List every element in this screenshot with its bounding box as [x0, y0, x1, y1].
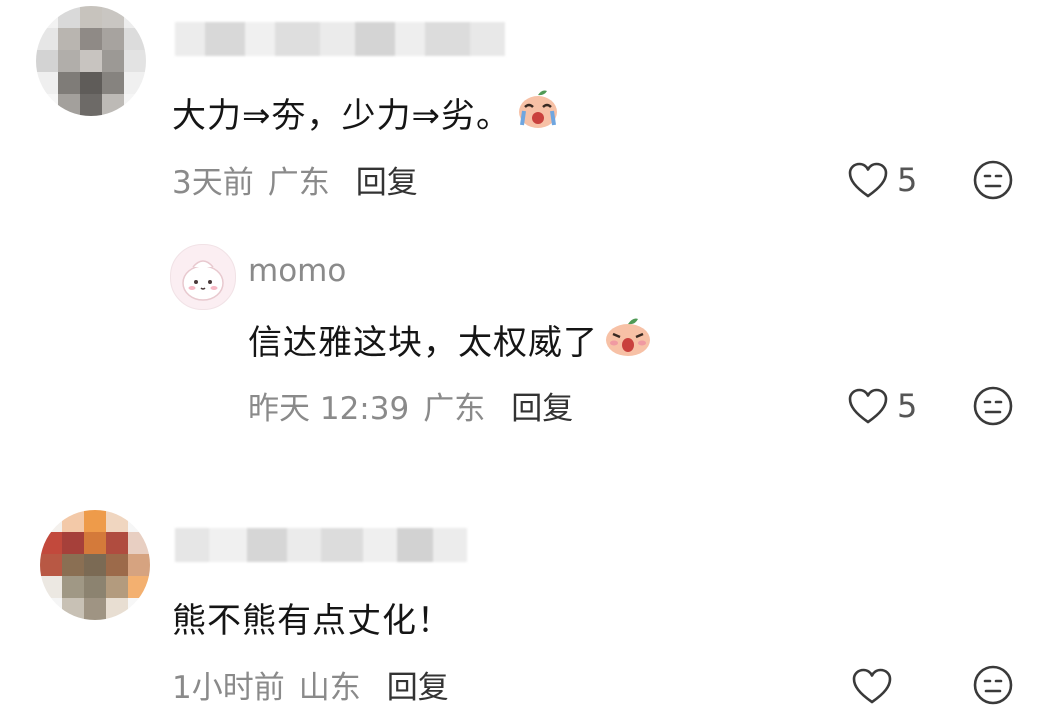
comment-time: 昨天 12:39 — [248, 390, 410, 427]
heart-outline-icon — [848, 388, 888, 424]
like-button[interactable]: 5 — [847, 384, 917, 428]
like-count: 5 — [897, 161, 918, 199]
crying-laughing-peach-emoji — [515, 85, 561, 140]
heart-outline-icon — [852, 668, 892, 704]
username-redacted[interactable] — [175, 528, 467, 562]
comment-meta: 1小时前 山东 回复 — [172, 662, 449, 706]
username[interactable]: momo — [248, 253, 346, 289]
cartoon-avatar-icon — [182, 260, 224, 301]
comment-thread: 大力⇒夯，少力⇒劣。 3天前 广东 回复 5 momo 信达雅这块，太权威了 昨… — [0, 0, 1048, 724]
like-button[interactable]: 5 — [847, 158, 917, 202]
username-redacted[interactable] — [175, 22, 505, 56]
comment-location: 山东 — [298, 669, 361, 706]
avatar[interactable] — [170, 244, 236, 310]
comment-location: 广东 — [267, 164, 330, 201]
comment-text-content: 熊不熊有点丈化！ — [172, 600, 452, 641]
comment-text-content: 大力⇒夯，少力⇒劣。 — [172, 95, 511, 136]
comment-text-content: 信达雅这块，太权威了 — [248, 322, 598, 363]
avatar[interactable] — [36, 6, 146, 116]
comment-location: 广东 — [423, 390, 486, 427]
comment-meta: 昨天 12:39 广东 回复 — [248, 383, 573, 427]
avatar[interactable] — [40, 510, 150, 620]
comment-time: 3天前 — [172, 164, 254, 201]
like-count: 5 — [897, 387, 918, 425]
reply-button[interactable]: 回复 — [356, 157, 418, 202]
neutral-face-icon — [973, 160, 1013, 200]
neutral-face-icon — [973, 665, 1013, 705]
comment-meta: 3天前 广东 回复 — [172, 157, 418, 201]
comment-time: 1小时前 — [172, 669, 285, 706]
dislike-button[interactable] — [972, 385, 1014, 427]
heart-outline-icon — [848, 162, 888, 198]
comment-text: 熊不熊有点丈化！ — [172, 593, 452, 641]
dislike-button[interactable] — [972, 159, 1014, 201]
like-button[interactable] — [851, 664, 901, 708]
comment-text: 大力⇒夯，少力⇒劣。 — [172, 88, 561, 136]
comment-text: 信达雅这块，太权威了 — [248, 315, 654, 363]
reply-button[interactable]: 回复 — [387, 662, 449, 707]
neutral-face-icon — [973, 386, 1013, 426]
dislike-button[interactable] — [972, 664, 1014, 706]
reply-button[interactable]: 回复 — [511, 383, 573, 428]
shocked-peach-emoji — [602, 312, 654, 367]
